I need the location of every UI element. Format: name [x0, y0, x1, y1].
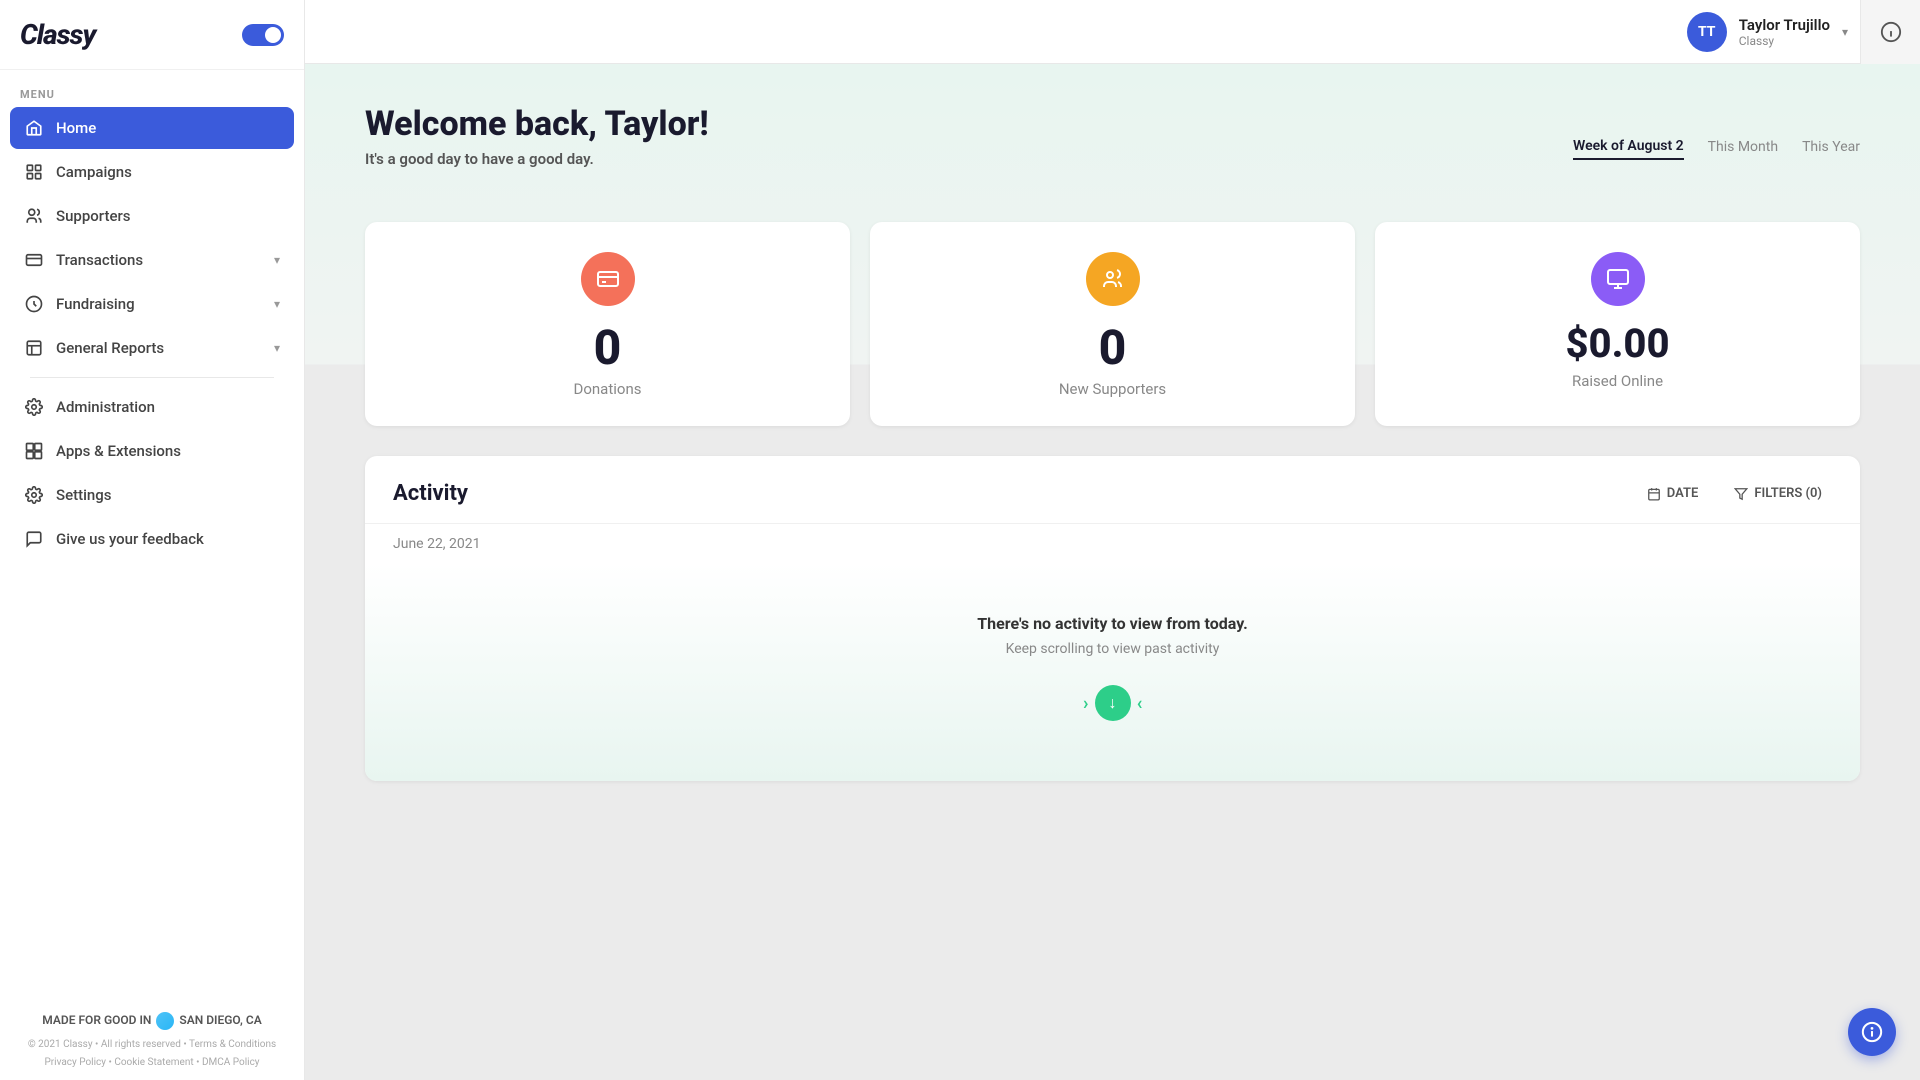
down-arrow-circle: ↓	[1095, 685, 1131, 721]
sidebar-item-feedback[interactable]: Give us your feedback	[10, 518, 294, 560]
sidebar-item-fundraising-label: Fundraising	[56, 295, 135, 313]
sidebar-header: Classy	[0, 0, 304, 70]
sidebar-item-supporters[interactable]: Supporters	[10, 195, 294, 237]
reports-chevron: ▾	[274, 341, 280, 355]
sidebar-item-feedback-label: Give us your feedback	[56, 530, 204, 548]
user-name: Taylor Trujillo	[1739, 16, 1830, 34]
topbar: TT Taylor Trujillo Classy ▾	[305, 0, 1920, 64]
fundraising-chevron: ▾	[274, 297, 280, 311]
sidebar-item-administration-label: Administration	[56, 398, 155, 416]
sidebar-item-home[interactable]: Home	[10, 107, 294, 149]
supporters-icon-circle	[1086, 252, 1140, 306]
city-label: SAN DIEGO, CA	[179, 1010, 261, 1032]
raised-value: $0.00	[1565, 324, 1669, 364]
activity-title: Activity	[393, 481, 468, 506]
donations-label: Donations	[574, 380, 642, 398]
made-for: MADE FOR GOOD IN SAN DIEGO, CA	[20, 1010, 284, 1032]
stat-card-supporters: 0 New Supporters	[870, 222, 1355, 426]
supporters-value: 0	[1099, 324, 1127, 372]
sidebar-item-supporters-label: Supporters	[56, 207, 131, 225]
period-tab-week[interactable]: Week of August 2	[1573, 138, 1684, 160]
content-area: Welcome back, Taylor! It's a good day to…	[305, 64, 1920, 1080]
sidebar-item-apps-label: Apps & Extensions	[56, 442, 181, 460]
donations-icon-circle	[581, 252, 635, 306]
apps-icon	[24, 441, 44, 461]
date-button[interactable]: DATE	[1637, 480, 1709, 507]
welcome-section: Welcome back, Taylor! It's a good day to…	[305, 64, 1920, 222]
menu-label: MENU	[0, 70, 304, 107]
topbar-info-button[interactable]	[1860, 0, 1920, 64]
bottom-info-button[interactable]	[1848, 1008, 1896, 1056]
sidebar-item-transactions[interactable]: Transactions ▾	[10, 239, 294, 281]
right-chevron: ›	[1137, 693, 1142, 714]
settings-icon	[24, 485, 44, 505]
raised-icon-circle	[1591, 252, 1645, 306]
stats-row: 0 Donations 0 New Supporters	[305, 222, 1920, 456]
main-area: TT Taylor Trujillo Classy ▾ Welcome back…	[305, 0, 1920, 1080]
footer-links: Privacy Policy • Cookie Statement • DMCA…	[20, 1054, 284, 1072]
left-chevron: ›	[1083, 693, 1088, 714]
administration-icon	[24, 397, 44, 417]
reports-icon	[24, 338, 44, 358]
feedback-icon	[24, 529, 44, 549]
date-button-label: DATE	[1667, 486, 1699, 501]
sidebar-item-campaigns[interactable]: Campaigns	[10, 151, 294, 193]
activity-controls: DATE FILTERS (0)	[1637, 480, 1832, 507]
filters-button[interactable]: FILTERS (0)	[1724, 480, 1832, 507]
sidebar-item-general-reports[interactable]: General Reports ▾	[10, 327, 294, 369]
scroll-down-btn[interactable]: › ↓ ›	[1083, 685, 1142, 721]
transactions-chevron: ▾	[274, 253, 280, 267]
period-tabs: Week of August 2 This Month This Year	[1573, 138, 1860, 160]
sidebar-item-home-label: Home	[56, 119, 96, 137]
sidebar-footer: MADE FOR GOOD IN SAN DIEGO, CA © 2021 Cl…	[0, 998, 304, 1080]
sidebar: Classy MENU Home Campaigns	[0, 0, 305, 1080]
sidebar-nav: Home Campaigns Supporters	[0, 107, 304, 998]
fundraising-icon	[24, 294, 44, 314]
supporters-icon	[24, 206, 44, 226]
period-tab-month[interactable]: This Month	[1708, 139, 1778, 159]
sidebar-item-transactions-label: Transactions	[56, 251, 143, 269]
globe-icon	[156, 1012, 174, 1030]
made-for-label: MADE FOR GOOD IN	[42, 1010, 151, 1032]
stat-card-donations: 0 Donations	[365, 222, 850, 426]
user-info: Taylor Trujillo Classy	[1739, 16, 1830, 48]
sidebar-item-settings[interactable]: Settings	[10, 474, 294, 516]
sidebar-item-apps-extensions[interactable]: Apps & Extensions	[10, 430, 294, 472]
transactions-icon	[24, 250, 44, 270]
sidebar-item-campaigns-label: Campaigns	[56, 163, 132, 181]
activity-date: June 22, 2021	[365, 524, 1860, 564]
avatar: TT	[1687, 12, 1727, 52]
campaigns-icon	[24, 162, 44, 182]
logo: Classy	[20, 18, 95, 51]
user-org: Classy	[1739, 34, 1830, 48]
sidebar-item-fundraising[interactable]: Fundraising ▾	[10, 283, 294, 325]
activity-header: Activity DATE FILTERS (0)	[365, 456, 1860, 524]
empty-title: There's no activity to view from today.	[393, 614, 1832, 633]
sidebar-divider	[30, 377, 274, 378]
user-dropdown-arrow[interactable]: ▾	[1842, 25, 1848, 39]
copyright: © 2021 Classy • All rights reserved • Te…	[20, 1036, 284, 1054]
sidebar-item-settings-label: Settings	[56, 486, 112, 504]
supporters-label: New Supporters	[1059, 380, 1166, 398]
sidebar-item-reports-label: General Reports	[56, 339, 164, 357]
empty-subtitle: Keep scrolling to view past activity	[393, 641, 1832, 657]
stat-card-raised: $0.00 Raised Online	[1375, 222, 1860, 426]
activity-empty: There's no activity to view from today. …	[365, 564, 1860, 781]
raised-label: Raised Online	[1572, 372, 1663, 390]
toggle-switch[interactable]	[242, 24, 284, 46]
donations-value: 0	[594, 324, 622, 372]
home-icon	[24, 118, 44, 138]
period-tab-year[interactable]: This Year	[1802, 139, 1860, 159]
sidebar-item-administration[interactable]: Administration	[10, 386, 294, 428]
filters-button-label: FILTERS (0)	[1754, 486, 1822, 501]
activity-section: Activity DATE FILTERS (0)	[365, 456, 1860, 781]
